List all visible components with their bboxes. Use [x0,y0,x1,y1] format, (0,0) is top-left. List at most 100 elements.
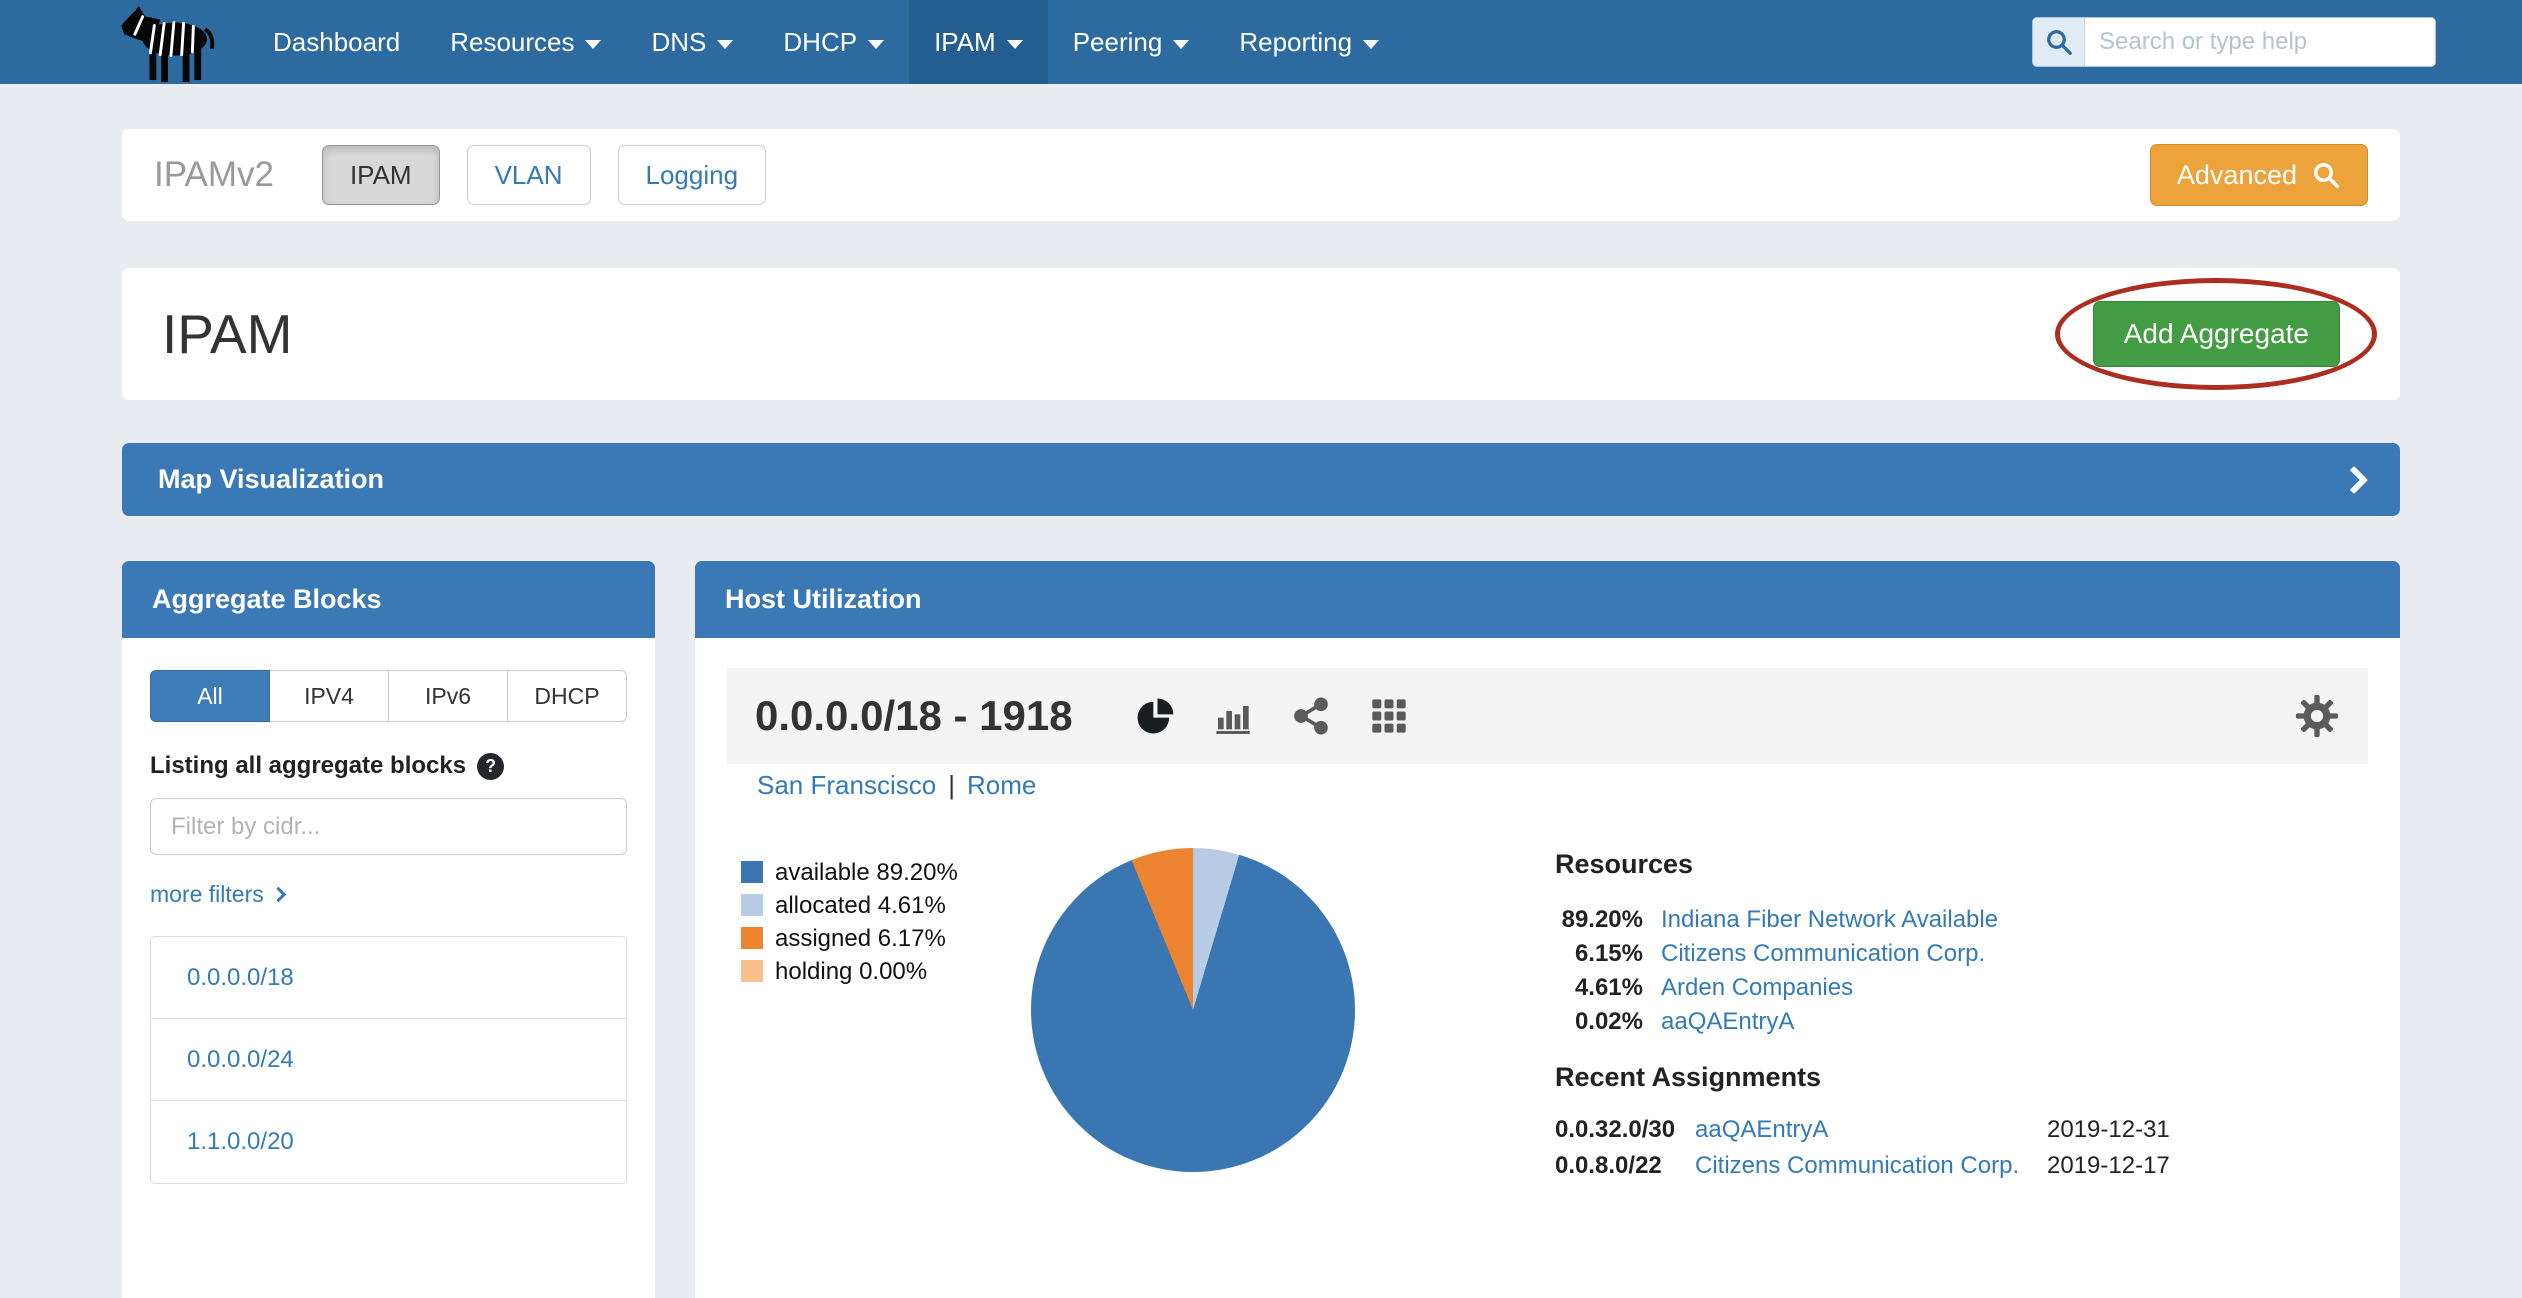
resource-row: 89.20% Indiana Fiber Network Available [1555,903,2360,937]
resource-link[interactable]: Citizens Communication Corp. [1661,940,1985,968]
cidr-filter-input[interactable] [150,798,627,855]
resources-column: Resources 89.20% Indiana Fiber Network A… [1555,848,2360,1184]
main-menu: Dashboard Resources DNS DHCP IPAM Peerin… [248,0,1404,84]
navbar-search [2032,17,2436,67]
caret-down-icon [868,40,884,49]
caret-down-icon [717,40,733,49]
nav-item-peering[interactable]: Peering [1048,0,1215,84]
aggregate-blocks-body: All IPV4 IPv6 DHCP Listing all aggregate… [122,638,655,1298]
assignment-date: 2019-12-31 [2047,1116,2170,1144]
resource-percent: 0.02% [1555,1008,1643,1036]
legend-item: available 89.20% [741,856,958,889]
zebra-logo[interactable] [118,2,222,82]
aggregate-filter-group: All IPV4 IPv6 DHCP [150,670,627,722]
subnet-title: 0.0.0.0/18 - 1918 [755,692,1073,740]
nav-item-dhcp[interactable]: DHCP [758,0,909,84]
resource-link[interactable]: Arden Companies [1661,974,1853,1002]
page-container: IPAMv2 IPAM VLAN Logging Advanced IPAM A… [122,129,2400,1298]
resource-row: 4.61% Arden Companies [1555,971,2360,1005]
top-navbar: Dashboard Resources DNS DHCP IPAM Peerin… [0,0,2522,84]
legend-swatch-available [741,861,763,883]
nav-item-ipam[interactable]: IPAM [909,0,1048,84]
view-toggle-icons [1135,696,1409,736]
aggregate-blocks-header: Aggregate Blocks [122,561,655,638]
search-input[interactable] [2085,18,2435,66]
more-filters-link[interactable]: more filters [150,881,284,908]
aggregate-block-link[interactable]: 0.0.0.0/18 [151,937,626,1019]
resource-link[interactable]: aaQAEntryA [1661,1008,1794,1036]
nav-item-dashboard[interactable]: Dashboard [248,0,425,84]
search-icon [2311,160,2341,190]
separator: | [948,770,955,800]
location-links: San Franscisco | Rome [757,768,1036,802]
assignment-row: 0.0.32.0/30 aaQAEntryA 2019-12-31 [1555,1112,2360,1148]
legend-swatch-holding [741,960,763,982]
resources-title: Resources [1555,848,2360,881]
caret-down-icon [585,40,601,49]
add-aggregate-button[interactable]: Add Aggregate [2093,301,2340,367]
page-title: IPAM [162,302,292,366]
caret-down-icon [1173,40,1189,49]
resource-link[interactable]: Indiana Fiber Network Available [1661,906,1998,934]
nav-item-resources[interactable]: Resources [425,0,626,84]
resource-row: 0.02% aaQAEntryA [1555,1005,2360,1039]
map-visualization-title: Map Visualization [158,464,384,495]
location-link-san-franscisco[interactable]: San Franscisco [757,770,936,800]
legend-item: holding 0.00% [741,955,958,988]
grid-view-icon[interactable] [1369,696,1409,736]
zebra-icon [118,4,218,82]
assignment-link[interactable]: Citizens Communication Corp. [1695,1152,2047,1180]
filter-ipv4-button[interactable]: IPV4 [270,670,389,722]
legend-item: allocated 4.61% [741,889,958,922]
caret-down-icon [1007,40,1023,49]
resource-percent: 6.15% [1555,940,1643,968]
nav-item-dns[interactable]: DNS [626,0,758,84]
assignment-cidr: 0.0.8.0/22 [1555,1152,1695,1180]
advanced-search-button[interactable]: Advanced [2150,144,2368,206]
chevron-right-icon [270,887,286,903]
aggregate-blocks-panel: Aggregate Blocks All IPV4 IPv6 DHCP List… [122,561,655,1298]
legend-swatch-allocated [741,894,763,916]
tab-logging[interactable]: Logging [618,145,767,205]
tab-vlan[interactable]: VLAN [467,145,591,205]
listing-label: Listing all aggregate blocks ? [150,752,627,780]
pie-chart-view-icon[interactable] [1135,696,1175,736]
app-toolbar: IPAMv2 IPAM VLAN Logging Advanced [122,129,2400,221]
legend-item: assigned 6.17% [741,922,958,955]
filter-ipv6-button[interactable]: IPv6 [389,670,508,722]
filter-dhcp-button[interactable]: DHCP [508,670,627,722]
resource-percent: 89.20% [1555,906,1643,934]
host-utilization-body: 0.0.0.0/18 - 1918 [695,638,2400,1298]
resource-row: 6.15% Citizens Communication Corp. [1555,937,2360,971]
filter-all-button[interactable]: All [150,670,270,722]
subnet-subheader: 0.0.0.0/18 - 1918 [727,668,2368,764]
caret-down-icon [1363,40,1379,49]
aggregate-block-link[interactable]: 1.1.0.0/20 [151,1101,626,1183]
aggregate-block-link[interactable]: 0.0.0.0/24 [151,1019,626,1101]
gear-icon[interactable] [2294,693,2340,739]
help-icon[interactable]: ? [477,753,504,780]
location-link-rome[interactable]: Rome [967,770,1036,800]
host-utilization-panel: Host Utilization 0.0.0.0/18 - 1918 [695,561,2400,1298]
assignment-cidr: 0.0.32.0/30 [1555,1116,1695,1144]
content-row: Aggregate Blocks All IPV4 IPv6 DHCP List… [122,561,2400,1298]
map-visualization-bar[interactable]: Map Visualization [122,443,2400,516]
ipam-header-card: IPAM Add Aggregate [122,268,2400,400]
recent-assignments-title: Recent Assignments [1555,1061,2360,1094]
assignment-row: 0.0.8.0/22 Citizens Communication Corp. … [1555,1148,2360,1184]
legend-swatch-assigned [741,927,763,949]
assignment-date: 2019-12-17 [2047,1152,2170,1180]
bar-chart-view-icon[interactable] [1213,696,1253,736]
nav-item-reporting[interactable]: Reporting [1214,0,1404,84]
pie-legend: available 89.20% allocated 4.61% assigne… [741,856,958,988]
assignment-link[interactable]: aaQAEntryA [1695,1116,2047,1144]
aggregate-block-list: 0.0.0.0/18 0.0.0.0/24 1.1.0.0/20 [150,936,627,1184]
host-utilization-header: Host Utilization [695,561,2400,638]
chevron-right-icon [2340,465,2368,493]
app-title: IPAMv2 [154,155,274,195]
search-icon[interactable] [2033,18,2085,66]
share-icon[interactable] [1291,696,1331,736]
pie-chart [1031,848,1355,1172]
add-aggregate-wrap: Add Aggregate [2093,301,2340,367]
tab-ipam[interactable]: IPAM [322,145,440,205]
